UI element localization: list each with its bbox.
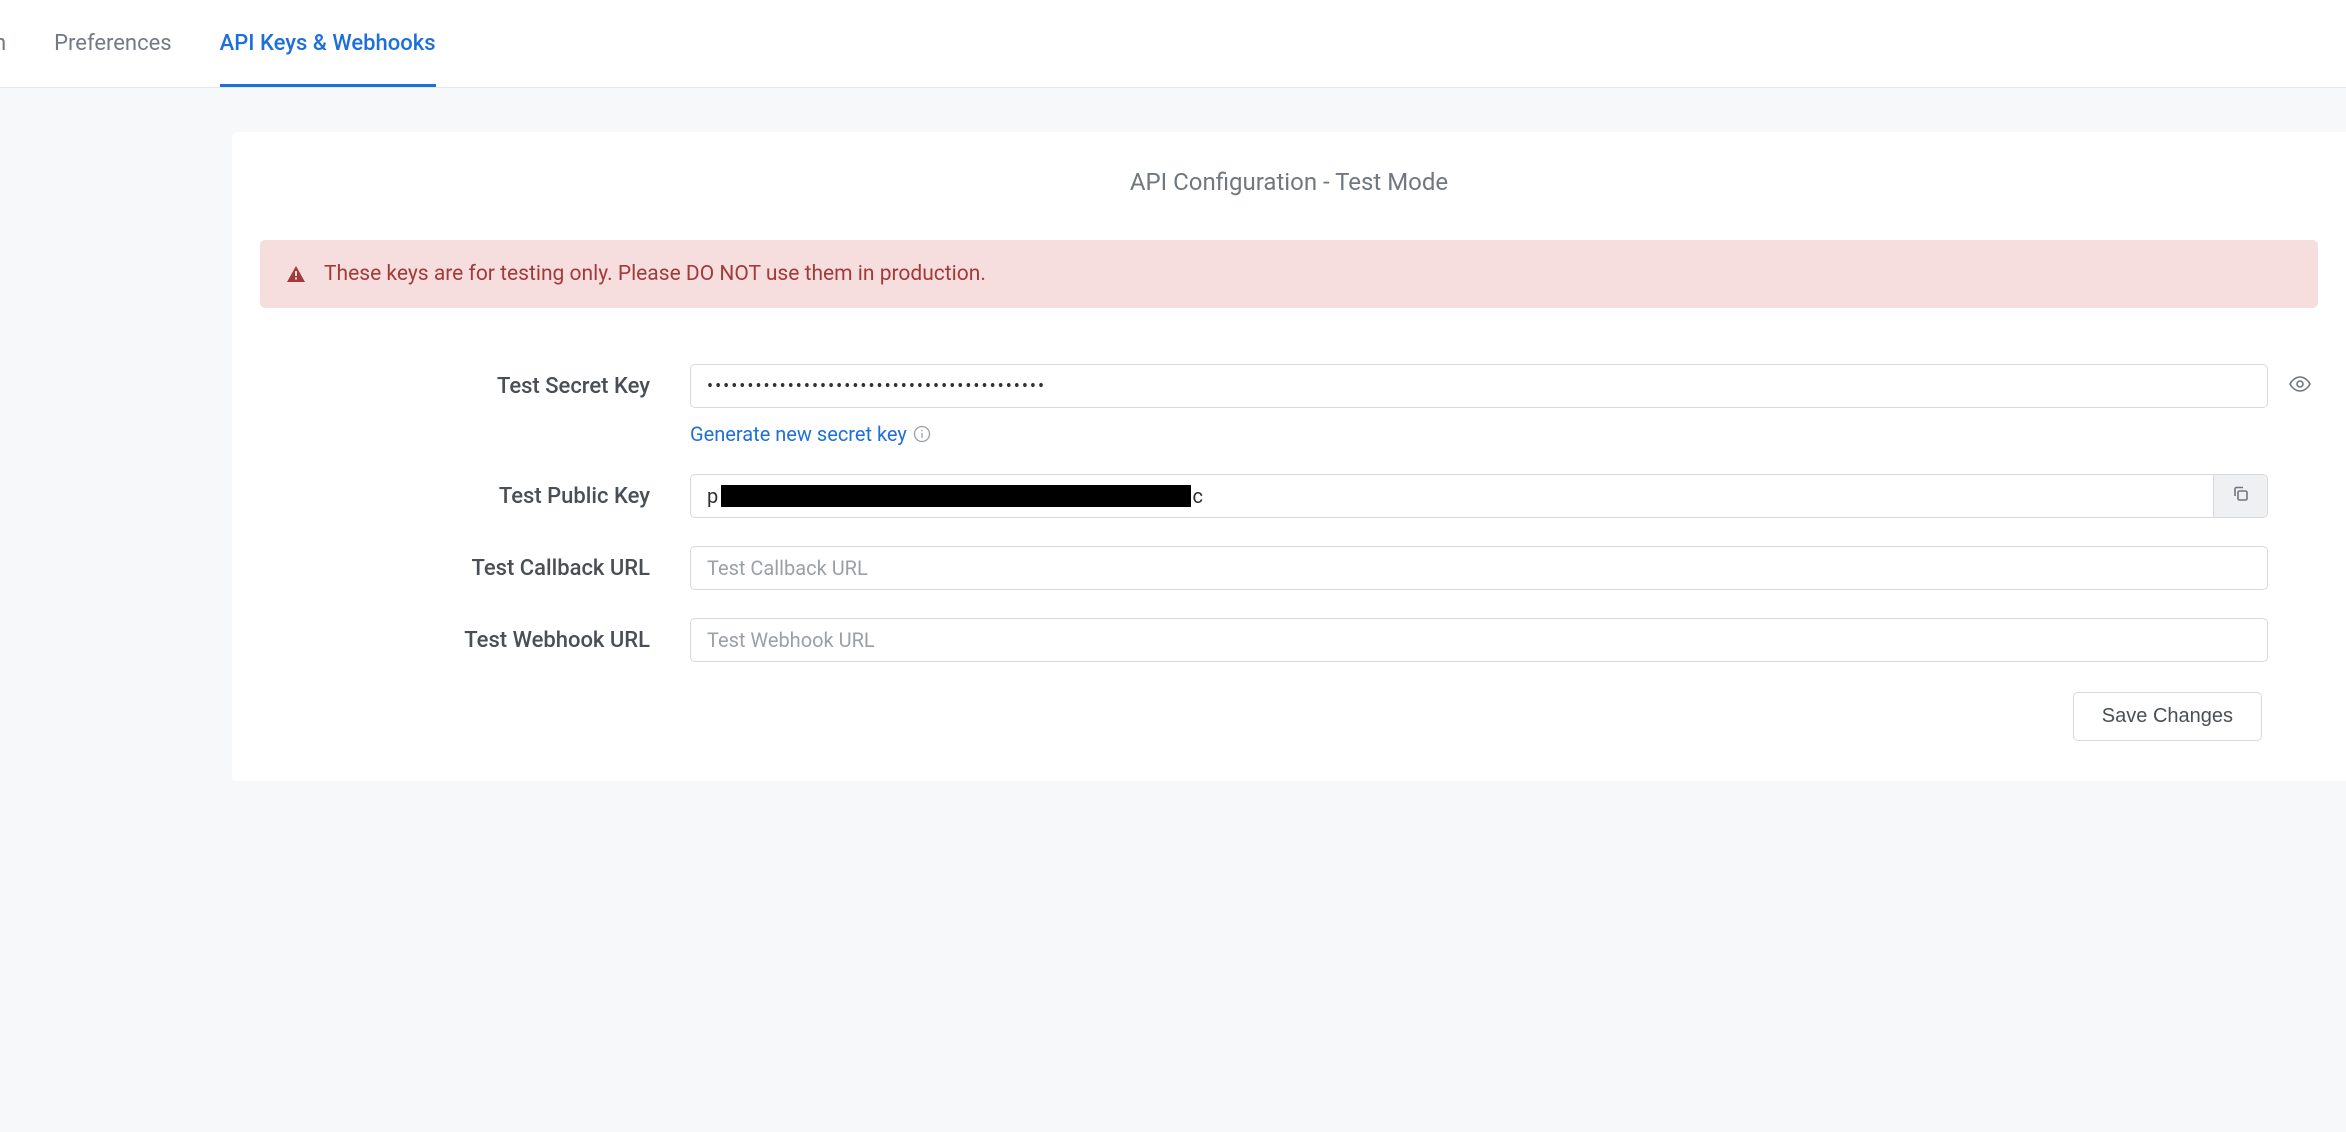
secret-key-label: Test Secret Key	[260, 374, 690, 399]
secret-key-row: Test Secret Key	[260, 364, 2318, 408]
callback-url-input[interactable]	[690, 546, 2268, 590]
warning-text: These keys are for testing only. Please …	[324, 262, 986, 286]
page-body: API Configuration - Test Mode These keys…	[0, 88, 2346, 781]
tab-preferences[interactable]: Preferences	[54, 1, 171, 86]
tab-api-keys[interactable]: API Keys & Webhooks	[220, 1, 436, 86]
public-key-redacted	[721, 485, 1191, 507]
api-config-card: API Configuration - Test Mode These keys…	[232, 132, 2346, 781]
reveal-secret-button[interactable]	[2282, 372, 2318, 400]
warning-icon	[286, 265, 306, 283]
public-key-input-group: p c	[690, 474, 2268, 518]
copy-public-key-button[interactable]	[2213, 475, 2267, 517]
callback-url-label: Test Callback URL	[260, 556, 690, 581]
tab-partial[interactable]: n	[0, 1, 6, 86]
card-title: API Configuration - Test Mode	[232, 132, 2346, 240]
public-key-label: Test Public Key	[260, 484, 690, 509]
public-key-input[interactable]: p c	[691, 475, 2213, 517]
generate-secret-key-link[interactable]: Generate new secret key	[690, 422, 907, 446]
public-key-suffix: c	[1193, 484, 1204, 508]
public-key-prefix: p	[707, 484, 719, 508]
save-changes-button[interactable]: Save Changes	[2073, 692, 2262, 741]
eye-icon	[2288, 372, 2312, 400]
form-actions: Save Changes	[260, 692, 2262, 741]
callback-url-row: Test Callback URL	[260, 546, 2318, 590]
secret-key-input[interactable]	[690, 364, 2268, 408]
public-key-row: Test Public Key p c	[260, 474, 2318, 518]
webhook-url-row: Test Webhook URL	[260, 618, 2318, 662]
warning-alert: These keys are for testing only. Please …	[260, 240, 2318, 308]
generate-key-row: Generate new secret key	[260, 422, 2318, 446]
copy-icon	[2231, 484, 2251, 509]
tabs-bar: n Preferences API Keys & Webhooks	[0, 0, 2346, 88]
webhook-url-label: Test Webhook URL	[260, 628, 690, 653]
info-icon[interactable]	[913, 425, 931, 443]
webhook-url-input[interactable]	[690, 618, 2268, 662]
